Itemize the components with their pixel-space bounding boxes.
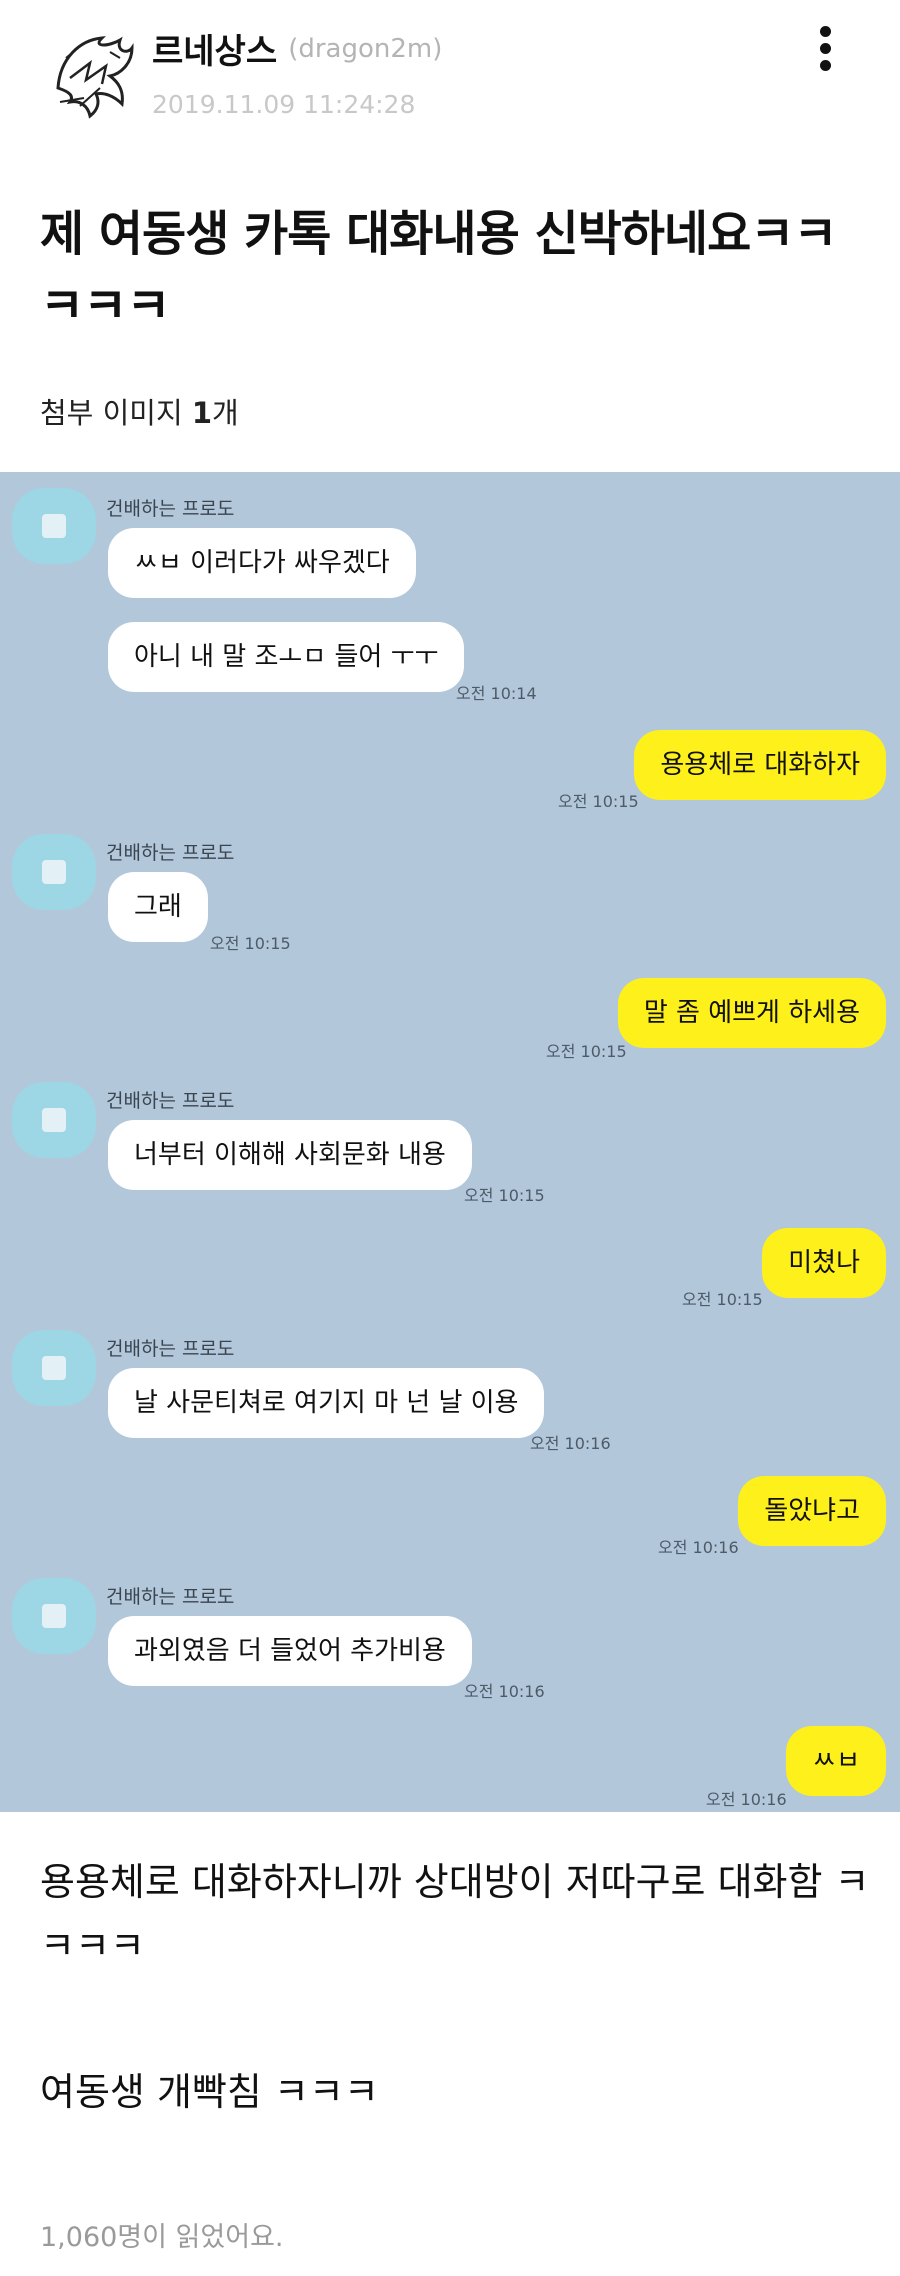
chat-bubble-outgoing: 돌았냐고 (738, 1476, 886, 1546)
chat-avatar-icon (12, 488, 96, 564)
post-title: 제 여동생 카톡 대화내용 신박하네요ㅋㅋㅋㅋㅋ (40, 206, 838, 334)
chat-bubble-incoming: 아니 내 말 조ㅗㅁ 들어 ㅜㅜ (108, 622, 465, 692)
author-id: (dragon2m) (288, 33, 443, 64)
message-time: 오전 10:15 (546, 1042, 627, 1061)
message-time: 오전 10:16 (706, 1790, 787, 1809)
message-time: 오전 10:16 (530, 1434, 611, 1453)
chat-avatar-icon (12, 1330, 96, 1406)
chat-avatar-icon (12, 834, 96, 910)
sender-name: 건배하는 프로도 (106, 1338, 235, 1360)
chat-avatar-icon (12, 1578, 96, 1654)
chat-bubble-incoming: 너부터 이해해 사회문화 내용 (108, 1120, 472, 1190)
attachment-suffix: 개 (212, 396, 239, 430)
attachment-prefix: 첨부 이미지 (40, 396, 192, 430)
chat-bubble-outgoing: ㅆㅂ (786, 1726, 886, 1796)
message-time: 오전 10:16 (464, 1682, 545, 1701)
chat-bubble-outgoing: 용용체로 대화하자 (634, 730, 886, 800)
message-time: 오전 10:15 (558, 792, 639, 811)
chat-screenshot: 건배하는 프로도 ㅆㅂ 이러다가 싸우겠다 아니 내 말 조ㅗㅁ 들어 ㅜㅜ 오… (0, 472, 900, 1812)
attachment-count: 첨부 이미지 1개 (40, 390, 239, 432)
sender-name: 건배하는 프로도 (106, 498, 235, 520)
sender-name: 건배하는 프로도 (106, 1090, 235, 1112)
message-time: 오전 10:16 (658, 1538, 739, 1557)
post-paragraph: 여동생 개빡침 ㅋㅋㅋ (40, 2070, 379, 2114)
message-time: 오전 10:15 (464, 1186, 545, 1205)
message-time: 오전 10:15 (682, 1290, 763, 1309)
author-avatar[interactable] (40, 18, 150, 128)
more-vertical-icon[interactable] (808, 26, 842, 76)
author-info: 르네상스 (dragon2m) (152, 24, 442, 73)
dragon-logo-icon (41, 19, 149, 127)
chat-bubble-incoming: 과외였음 더 들었어 추가비용 (108, 1616, 472, 1686)
chat-avatar-icon (12, 1082, 96, 1158)
sender-name: 건배하는 프로도 (106, 842, 235, 864)
author-name[interactable]: 르네상스 (152, 32, 277, 72)
post-date: 2019.11.09 11:24:28 (152, 90, 416, 119)
chat-bubble-incoming: 날 사문티쳐로 여기지 마 넌 날 이용 (108, 1368, 545, 1438)
attachment-number: 1 (191, 396, 213, 430)
message-time: 오전 10:14 (456, 684, 537, 703)
read-count: 1,060명이 읽었어요. (40, 2222, 284, 2253)
post-header: 르네상스 (dragon2m) 2019.11.09 11:24:28 (0, 0, 900, 150)
chat-bubble-outgoing: 말 좀 예쁘게 하세용 (617, 978, 886, 1048)
message-time: 오전 10:15 (210, 934, 291, 953)
chat-bubble-incoming: 그래 (108, 872, 208, 942)
chat-bubble-incoming: ㅆㅂ 이러다가 싸우겠다 (108, 528, 416, 598)
post-paragraph: 용용체로 대화하자니까 상대방이 저따구로 대화함 ㅋㅋㅋㅋ (40, 1860, 870, 1968)
sender-name: 건배하는 프로도 (106, 1586, 235, 1608)
chat-bubble-outgoing: 미쳤나 (762, 1228, 886, 1298)
